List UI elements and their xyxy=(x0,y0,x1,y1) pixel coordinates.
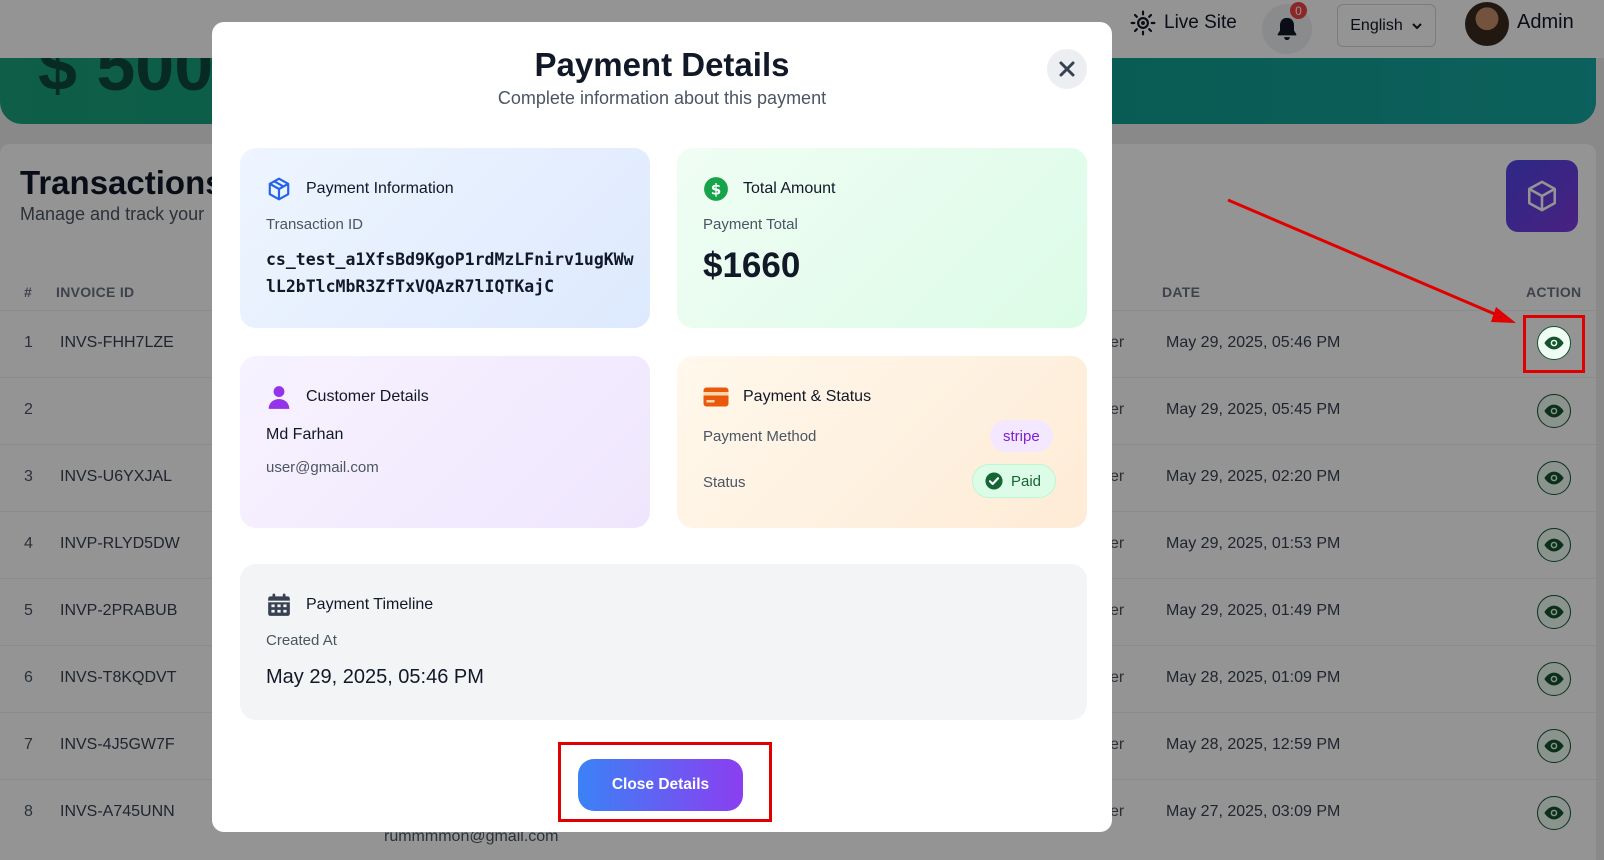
check-circle-icon xyxy=(985,472,1003,490)
payment-total-label: Payment Total xyxy=(703,216,798,233)
payment-total-value: $1660 xyxy=(703,246,801,285)
payment-timeline-panel: Payment Timeline Created At May 29, 2025… xyxy=(240,564,1087,720)
payment-method-badge: stripe xyxy=(990,420,1053,452)
customer-name: Md Farhan xyxy=(266,426,344,443)
annotation-box-eye xyxy=(1523,315,1585,373)
total-amount-panel: $ Total Amount Payment Total $1660 xyxy=(677,148,1087,328)
panel-heading: Total Amount xyxy=(743,180,836,197)
created-at-label: Created At xyxy=(266,632,337,649)
close-icon xyxy=(1059,61,1075,77)
payment-details-modal: Payment Details Complete information abo… xyxy=(212,22,1112,832)
panel-heading: Customer Details xyxy=(306,388,429,405)
svg-text:$: $ xyxy=(711,180,722,198)
payment-information-panel: Payment Information Transaction ID cs_te… xyxy=(240,148,650,328)
annotation-box-close xyxy=(558,742,772,822)
calendar-icon xyxy=(268,593,290,616)
dollar-circle-icon: $ xyxy=(704,177,728,201)
status-value: Paid xyxy=(1011,472,1042,490)
status-badge: Paid xyxy=(972,464,1057,498)
panel-heading: Payment Timeline xyxy=(306,596,434,613)
modal-close-button[interactable] xyxy=(1047,49,1087,89)
status-label: Status xyxy=(703,474,746,491)
cube-icon xyxy=(268,177,290,201)
customer-email: user@gmail.com xyxy=(266,459,379,476)
transaction-id-label: Transaction ID xyxy=(266,216,363,233)
modal-subtitle: Complete information about this payment xyxy=(497,88,827,108)
panel-heading: Payment & Status xyxy=(743,388,872,405)
credit-card-icon xyxy=(703,387,729,407)
customer-details-panel: Customer Details Md Farhan user@gmail.co… xyxy=(240,356,650,528)
payment-status-panel: Payment & Status Payment Method stripe S… xyxy=(677,356,1087,528)
transaction-id-value: cs_test_a1XfsBd9KgoP1rdMzLFnirv1ugKWwlL2… xyxy=(266,250,634,296)
panel-heading: Payment Information xyxy=(306,180,454,197)
payment-method-label: Payment Method xyxy=(703,428,817,445)
modal-title: Payment Details xyxy=(534,46,790,83)
created-at-value: May 29, 2025, 05:46 PM xyxy=(266,666,484,688)
user-icon xyxy=(268,386,290,409)
